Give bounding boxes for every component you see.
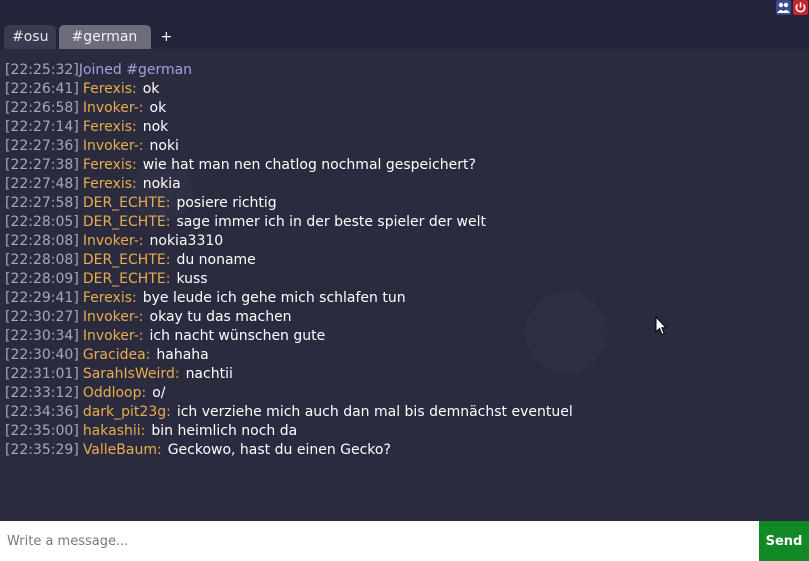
mouse-cursor-icon — [655, 315, 668, 340]
message-timestamp: [22:27:48] — [5, 176, 79, 192]
message-timestamp: [22:25:32] — [5, 62, 79, 78]
chat-message: [22:35:29] ValleBaum: Geckowo, hast du ein… — [5, 441, 809, 460]
message-username[interactable]: Invoker-: — [83, 233, 144, 249]
top-icons — [776, 0, 808, 15]
message-timestamp: [22:29:41] — [5, 290, 79, 306]
message-text: ich verziehe mich auch dan mal bis demnä… — [176, 404, 573, 420]
chat-message: [22:27:14] Ferexis: nok — [5, 118, 809, 137]
channel-tabs: #osu #german + — [4, 25, 178, 49]
message-timestamp: [22:30:34] — [5, 328, 79, 344]
message-text: hahaha — [156, 347, 209, 363]
message-text: bye leude ich gehe mich schlafen tun — [142, 290, 406, 306]
message-username[interactable]: Ferexis: — [83, 119, 137, 135]
chat-message: [22:27:38] Ferexis: wie hat man nen chatlo… — [5, 156, 809, 175]
message-text: du noname — [176, 252, 256, 268]
chat-message: [22:35:00] hakashii: bin heimlich noch da — [5, 422, 809, 441]
message-timestamp: [22:27:38] — [5, 157, 79, 173]
message-text: okay tu das machen — [149, 309, 292, 325]
message-username[interactable]: SarahIsWeird: — [83, 366, 180, 382]
chat-message: [22:27:36] Invoker-: noki — [5, 137, 809, 156]
chat-message: [22:30:27] Invoker-: okay tu das machen — [5, 308, 809, 327]
chat-message: [22:26:41] Ferexis: ok — [5, 80, 809, 99]
message-timestamp: [22:27:14] — [5, 119, 79, 135]
chat-message: [22:28:08] DER_ECHTE: du noname — [5, 251, 809, 270]
chat-message: [22:31:01] SarahIsWeird: nachtii — [5, 365, 809, 384]
message-username[interactable]: Invoker-: — [83, 309, 144, 325]
chat-message: [22:29:41] Ferexis: bye leude ich gehe mic… — [5, 289, 809, 308]
chat-message: [22:28:08] Invoker-: nokia3310 — [5, 232, 809, 251]
tab-german[interactable]: #german — [59, 25, 152, 49]
message-text: nokia3310 — [149, 233, 224, 249]
message-username[interactable]: Ferexis: — [83, 81, 137, 97]
message-text: sage immer ich in der beste spieler der … — [176, 214, 486, 230]
message-text: posiere richtig — [176, 195, 277, 211]
message-timestamp: [22:28:08] — [5, 233, 79, 249]
chat-message: [22:30:40] Gracidea: hahaha — [5, 346, 809, 365]
system-message: [22:25:32]Joined #german — [5, 61, 809, 80]
message-text: nachtii — [185, 366, 233, 382]
message-timestamp: [22:26:58] — [5, 100, 79, 116]
message-timestamp: [22:26:41] — [5, 81, 79, 97]
message-text: kuss — [176, 271, 208, 287]
message-username[interactable]: Invoker-: — [83, 100, 144, 116]
message-username[interactable]: Ferexis: — [83, 290, 137, 306]
message-list: [22:25:32]Joined #german [22:26:41] Ferex… — [5, 61, 809, 460]
users-icon[interactable] — [776, 0, 791, 15]
message-username[interactable]: Gracidea: — [83, 347, 151, 363]
system-text: Joined #german — [78, 62, 193, 78]
tab-osu[interactable]: #osu — [4, 25, 57, 49]
message-timestamp: [22:35:00] — [5, 423, 79, 439]
chat-message: [22:28:09] DER_ECHTE: kuss — [5, 270, 809, 289]
chat-message: [22:26:58] Invoker-: ok — [5, 99, 809, 118]
chat-message: [22:28:05] DER_ECHTE: sage immer ich in de… — [5, 213, 809, 232]
chat-message: [22:33:12] Oddloop: o/ — [5, 384, 809, 403]
message-text: nokia — [142, 176, 181, 192]
message-timestamp: [22:28:08] — [5, 252, 79, 268]
message-input[interactable] — [0, 521, 758, 561]
message-text: wie hat man nen chatlog nochmal gespeich… — [142, 157, 476, 173]
message-text: o/ — [152, 385, 166, 401]
message-timestamp: [22:35:29] — [5, 442, 79, 458]
message-timestamp: [22:34:36] — [5, 404, 79, 420]
message-timestamp: [22:31:01] — [5, 366, 79, 382]
message-username[interactable]: hakashii: — [83, 423, 146, 439]
message-text: bin heimlich noch da — [151, 423, 298, 439]
add-tab-button[interactable]: + — [154, 25, 178, 49]
chat-message: [22:27:48] Ferexis: nokia — [5, 175, 809, 194]
message-username[interactable]: DER_ECHTE: — [83, 195, 171, 211]
message-timestamp: [22:30:27] — [5, 309, 79, 325]
message-username[interactable]: Ferexis: — [83, 176, 137, 192]
chat-log[interactable]: [22:25:32]Joined #german [22:26:41] Ferex… — [0, 49, 809, 521]
message-timestamp: [22:27:36] — [5, 138, 79, 154]
message-username[interactable]: DER_ECHTE: — [83, 252, 171, 268]
message-timestamp: [22:28:09] — [5, 271, 79, 287]
message-username[interactable]: Invoker-: — [83, 138, 144, 154]
message-text: ich nacht wünschen gute — [149, 328, 326, 344]
top-bar: #osu #german + — [0, 0, 809, 49]
message-timestamp: [22:28:05] — [5, 214, 79, 230]
message-username[interactable]: DER_ECHTE: — [83, 271, 171, 287]
chat-message: [22:27:58] DER_ECHTE: posiere richtig — [5, 194, 809, 213]
send-button[interactable]: Send — [759, 521, 809, 561]
message-composer: Send — [0, 521, 809, 561]
message-username[interactable]: Oddloop: — [83, 385, 146, 401]
message-timestamp: [22:33:12] — [5, 385, 79, 401]
chat-message: [22:30:34] Invoker-: ich nacht wünschen gu… — [5, 327, 809, 346]
message-text: ok — [149, 100, 167, 116]
message-username[interactable]: Ferexis: — [83, 157, 137, 173]
message-username[interactable]: dark_pit23g: — [83, 404, 171, 420]
message-timestamp: [22:27:58] — [5, 195, 79, 211]
message-text: Geckowo, hast du einen Gecko? — [167, 442, 391, 458]
chat-message: [22:34:36] dark_pit23g: ich verziehe mich … — [5, 403, 809, 422]
message-username[interactable]: ValleBaum: — [83, 442, 162, 458]
message-text: nok — [142, 119, 169, 135]
power-icon[interactable] — [793, 0, 808, 15]
message-username[interactable]: DER_ECHTE: — [83, 214, 171, 230]
message-timestamp: [22:30:40] — [5, 347, 79, 363]
message-text: ok — [142, 81, 160, 97]
message-username[interactable]: Invoker-: — [83, 328, 144, 344]
message-text: noki — [149, 138, 179, 154]
